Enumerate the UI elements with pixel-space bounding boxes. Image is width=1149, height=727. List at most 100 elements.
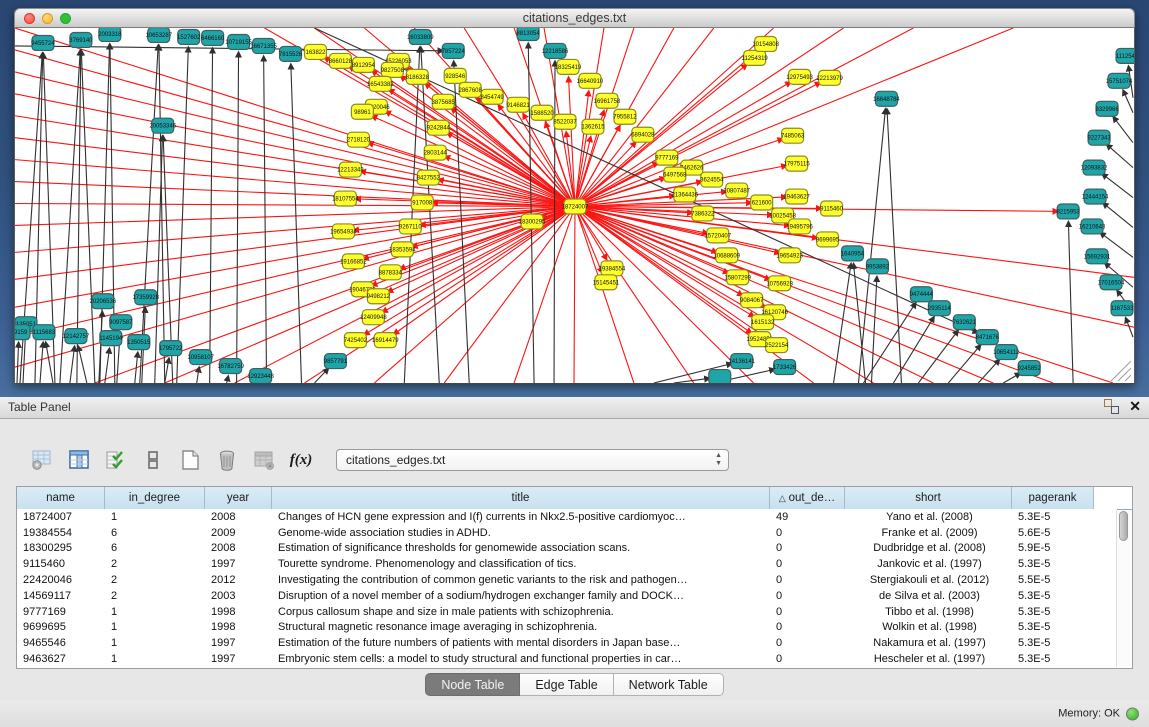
graph-node[interactable]: 12142757 (63, 329, 90, 344)
column-header-in_degree[interactable]: in_degree (105, 487, 205, 509)
function-builder-icon[interactable]: f(x) (289, 447, 313, 473)
graph-node[interactable]: 16640910 (577, 73, 604, 88)
table-row[interactable]: 1456911722003Disruption of a novel membe… (17, 588, 1117, 604)
graph-node[interactable]: 2935114 (928, 301, 951, 316)
graph-node[interactable]: 1362615 (581, 119, 605, 134)
graph-node[interactable]: 9474444 (910, 287, 934, 302)
graph-node[interactable]: 9242844 (427, 120, 451, 135)
graph-node[interactable]: 7955812 (613, 109, 637, 124)
graph-node[interactable]: 2718120 (347, 132, 371, 147)
graph-node[interactable]: 10719155 (225, 34, 252, 49)
table-row[interactable]: 946554611997Estimation of the future num… (17, 635, 1117, 651)
table-settings-icon[interactable] (30, 447, 54, 473)
graph-node[interactable]: 18107554 (332, 191, 359, 206)
column-header-title[interactable]: title (272, 487, 770, 509)
graph-node[interactable]: 10654112 (993, 345, 1020, 360)
table-row[interactable]: 1830029562008Estimation of significance … (17, 541, 1117, 557)
graph-node[interactable]: 9827508 (381, 62, 405, 77)
graph-node[interactable]: 15145451 (593, 275, 620, 290)
graph-node[interactable]: 9455724 (31, 35, 55, 50)
tab-edge-table[interactable]: Edge Table (520, 673, 613, 696)
select-column-icon[interactable] (67, 447, 91, 473)
column-header-year[interactable]: year (205, 487, 272, 509)
graph-node[interactable]: 12975493 (786, 69, 813, 84)
graph-node[interactable]: 8912954 (352, 57, 376, 72)
graph-node[interactable]: 3769140 (69, 32, 93, 47)
graph-node[interactable]: 10807487 (723, 183, 750, 198)
graph-node[interactable]: 3875685 (432, 94, 456, 109)
graph-node[interactable]: 18724007 (562, 199, 589, 214)
table-row[interactable]: 1938455462009Genome-wide association stu… (17, 525, 1117, 541)
graph-node[interactable]: 2803144 (424, 145, 448, 160)
graph-node[interactable] (709, 370, 731, 383)
graph-node[interactable]: 16914479 (372, 333, 399, 348)
graph-node[interactable]: 98961 (351, 104, 373, 119)
graph-node[interactable]: 16782759 (217, 359, 244, 374)
graph-node[interactable]: 9329966 (1095, 101, 1119, 116)
graph-node[interactable]: 15751074 (1106, 73, 1133, 88)
graph-node[interactable]: 8454749 (481, 89, 505, 104)
float-panel-icon[interactable] (1104, 399, 1119, 414)
graph-node[interactable]: 10958107 (187, 350, 214, 365)
import-table-icon-disabled[interactable] (252, 447, 276, 473)
graph-node[interactable]: 1588520 (530, 105, 554, 120)
graph-node[interactable]: 10688609 (713, 248, 740, 263)
graph-node[interactable]: 9245852 (1018, 361, 1042, 376)
graph-node[interactable]: 16671355 (250, 38, 277, 53)
graph-node[interactable]: 19654934 (330, 224, 357, 239)
graph-node[interactable]: 10154808 (752, 36, 779, 51)
graph-node[interactable]: 1640954 (841, 246, 865, 261)
graph-node[interactable]: 17975115 (784, 156, 811, 171)
graph-node[interactable]: 9084067 (740, 293, 764, 308)
graph-node[interactable]: 9115460 (820, 201, 843, 216)
graph-node[interactable]: 8471676 (976, 330, 1000, 345)
graph-node[interactable]: 9227343 (1087, 130, 1111, 145)
graph-node[interactable]: 16210643 (1079, 219, 1106, 234)
graph-node[interactable]: 10653287 (145, 28, 172, 42)
graph-node[interactable]: 19463627 (783, 189, 810, 204)
graph-node[interactable]: 1527602 (177, 29, 201, 44)
graph-node[interactable]: 8427552 (417, 170, 441, 185)
graph-node[interactable]: 163822 (304, 44, 326, 59)
graph-node[interactable]: 12213343 (337, 162, 364, 177)
table-row[interactable]: 969969511998Structural magnetic resonanc… (17, 620, 1117, 636)
graph-node[interactable]: 2867608 (459, 82, 483, 97)
graph-node[interactable]: 8215953 (1056, 204, 1080, 219)
column-header-short[interactable]: short (845, 487, 1012, 509)
graph-node[interactable]: 1733426 (773, 360, 797, 375)
citation-network-graph[interactable]: 1872400722420046989612718120122133431810… (15, 28, 1134, 383)
graph-node[interactable]: 1112543 (1116, 48, 1134, 63)
close-panel-icon[interactable]: ✕ (1129, 399, 1141, 414)
network-view-canvas[interactable]: 1872400722420046989612718120122133431810… (14, 28, 1135, 384)
graph-node[interactable]: 7386322 (691, 206, 715, 221)
graph-node[interactable]: 3624554 (700, 172, 724, 187)
graph-node[interactable]: 12409948 (360, 310, 387, 325)
graph-node[interactable]: 12093832 (1081, 160, 1108, 175)
graph-node[interactable]: 19384554 (599, 261, 626, 276)
graph-node[interactable]: 1795722 (159, 341, 183, 356)
graph-node[interactable]: 1615132 (751, 315, 775, 330)
graph-node[interactable]: 12923448 (247, 369, 274, 383)
graph-node[interactable]: 6466160 (201, 30, 225, 45)
graph-node[interactable]: 11254319 (742, 50, 769, 65)
graph-node[interactable]: 8186328 (406, 69, 430, 84)
memory-status-indicator[interactable]: Memory: OK (1058, 707, 1139, 720)
graph-node[interactable]: 16543382 (367, 76, 394, 91)
validate-table-icon[interactable] (104, 447, 128, 473)
graph-node[interactable]: 17359928 (132, 290, 159, 305)
graph-node[interactable]: 9267110 (399, 219, 422, 234)
graph-node[interactable]: 12444154 (1082, 189, 1109, 204)
graph-node[interactable]: 2003318 (98, 28, 122, 41)
graph-node[interactable]: 15692931 (1084, 249, 1111, 264)
table-row[interactable]: 977716911998Corpus callosum shape and si… (17, 604, 1117, 620)
graph-node[interactable]: 9146821 (506, 97, 530, 112)
graph-node[interactable]: 20206536 (90, 294, 117, 309)
graph-node[interactable]: 18325419 (555, 59, 582, 74)
graph-node[interactable]: 917008 (411, 195, 433, 210)
graph-node[interactable]: 9498212 (367, 289, 391, 304)
tab-node-table[interactable]: Node Table (425, 673, 520, 696)
graph-node[interactable]: 15807299 (724, 270, 751, 285)
network-window-titlebar[interactable]: citations_edges.txt (14, 8, 1135, 28)
graph-node[interactable]: 8813054 (516, 28, 540, 40)
graph-node[interactable]: 928546 (444, 68, 466, 83)
